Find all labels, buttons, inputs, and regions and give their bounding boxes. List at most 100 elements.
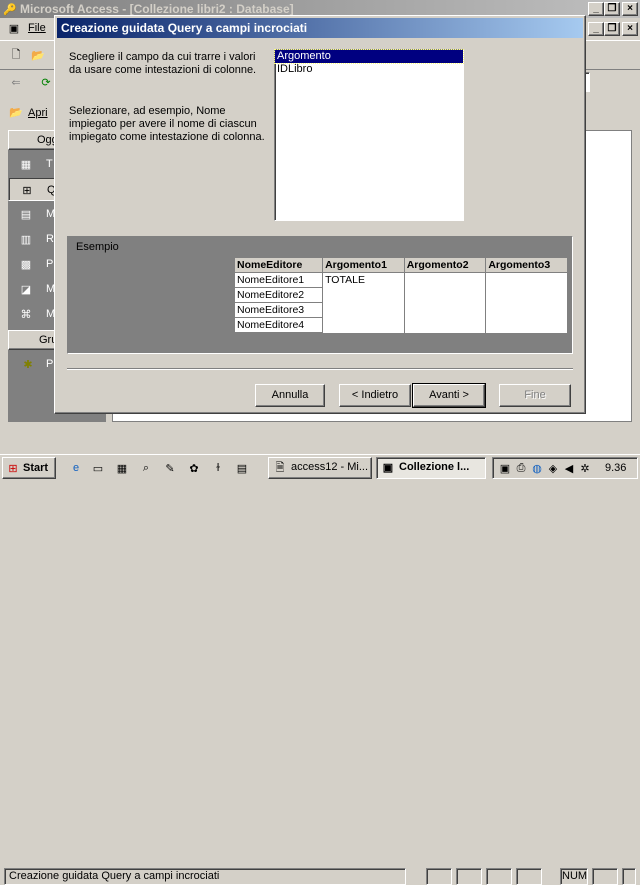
- start-label: Start: [23, 462, 49, 474]
- sample-row: NomeEditore3: [233, 302, 568, 318]
- sample-header-cell: Argomento2: [403, 257, 487, 273]
- sample-cell: [322, 302, 405, 318]
- statusbar: Creazione guidata Query a campi incrocia…: [0, 432, 640, 885]
- sample-cell: [485, 287, 568, 303]
- fields-listbox[interactable]: Argomento IDLibro: [274, 49, 464, 221]
- clock[interactable]: 9.36: [605, 462, 626, 474]
- open-folder-icon[interactable]: 📂: [30, 47, 46, 63]
- tray-shield-icon[interactable]: ◈: [545, 460, 561, 476]
- paint-icon[interactable]: ✿: [186, 460, 202, 476]
- sample-cell: [404, 302, 487, 318]
- doc-restore-button[interactable]: ❐: [604, 22, 620, 36]
- task-button-label: access12 - Mi...: [291, 461, 369, 473]
- sample-cell: [404, 287, 487, 303]
- cancel-button[interactable]: Annulla: [255, 384, 325, 407]
- finish-button[interactable]: Fine: [499, 384, 571, 407]
- sample-cell: NomeEditore2: [233, 287, 324, 303]
- favorites-icon: ✱: [23, 358, 33, 371]
- task-button[interactable]: ▣ Collezione l...: [376, 457, 486, 479]
- sample-header-cell: Argomento3: [485, 257, 568, 273]
- edit-icon[interactable]: ✎: [162, 460, 178, 476]
- module-icon: ⌘: [20, 308, 32, 321]
- sample-header-cell: NomeEditore: [233, 257, 324, 273]
- next-button[interactable]: Avanti >: [412, 383, 486, 408]
- example-text: Selezionare, ad esempio, Nome impiegato …: [69, 105, 265, 143]
- sample-cell: TOTALE: [322, 272, 405, 288]
- sample-cell: [322, 317, 405, 333]
- status-num-cell: NUM: [560, 868, 588, 885]
- open-label[interactable]: Apri: [28, 107, 48, 119]
- status-cell-1: [426, 868, 452, 885]
- tray-network-icon[interactable]: ▣: [497, 460, 513, 476]
- status-cell-6: [592, 868, 618, 885]
- form-icon: ▤: [20, 208, 32, 221]
- query-icon: ⊞: [22, 184, 32, 197]
- app-minimize-button[interactable]: _: [588, 2, 604, 16]
- sample-cell: [322, 287, 405, 303]
- tray-volume-icon[interactable]: ◀: [561, 460, 577, 476]
- doc-minimize-button[interactable]: _: [588, 22, 604, 36]
- sample-cell: [485, 302, 568, 318]
- app-title: Microsoft Access - [Collezione libri2 : …: [20, 2, 294, 16]
- sample-panel: Esempio NomeEditore Argomento1 Argomento2 A…: [67, 236, 573, 354]
- status-cell-4: [516, 868, 542, 885]
- status-cell-3: [486, 868, 512, 885]
- sample-label: Esempio: [76, 241, 119, 253]
- status-cell-7: [622, 868, 636, 885]
- field-option[interactable]: Argomento: [274, 49, 464, 64]
- sample-header-cell: Argomento1: [322, 257, 405, 273]
- macro-icon: ◪: [20, 283, 32, 296]
- back-arrow-icon[interactable]: ⇐: [8, 74, 24, 90]
- network-icon[interactable]: ▦: [114, 460, 130, 476]
- menu-file[interactable]: File: [28, 22, 46, 34]
- group-item-label: P: [46, 358, 54, 370]
- nav-item-label: R: [46, 233, 54, 245]
- refresh-icon[interactable]: ⟳: [38, 74, 54, 90]
- open-icon[interactable]: 📂: [8, 104, 24, 120]
- start-button[interactable]: ⊞ Start: [2, 457, 56, 479]
- report-icon: ▥: [20, 233, 32, 246]
- task-button[interactable]: 🗎 access12 - Mi...: [268, 457, 372, 479]
- sample-cell: [485, 317, 568, 333]
- dialog-title: Creazione guidata Query a campi incrocia…: [61, 21, 308, 35]
- desktop-icon[interactable]: ▭: [90, 460, 106, 476]
- taskbar: ⊞ Start e ▭ ▦ ⌕ ✎ ✿ ɫ ▤ 🗎 access12 - Mi..…: [0, 454, 640, 480]
- dialog-titlebar: Creazione guidata Query a campi incrocia…: [57, 18, 583, 38]
- sample-row: NomeEditore4: [233, 317, 568, 333]
- sample-cell: [404, 317, 487, 333]
- search-icon[interactable]: ⌕: [138, 460, 154, 476]
- fields-list: Argomento IDLibro: [274, 49, 464, 76]
- status-text: Creazione guidata Query a campi incrocia…: [9, 870, 220, 882]
- back-button[interactable]: < Indietro: [339, 384, 411, 407]
- system-tray: ▣ ⎙ ◍ ◈ ◀ ✲ 9.36: [492, 457, 638, 479]
- tray-printer-icon[interactable]: ⎙: [513, 460, 529, 476]
- sample-grid: NomeEditore Argomento1 Argomento2 Argomento…: [233, 257, 568, 333]
- table-icon: ▦: [20, 158, 32, 171]
- app-restore-button[interactable]: ❐: [604, 2, 620, 16]
- separator-line: [67, 368, 573, 370]
- sample-row: NomeEditore1 TOTALE: [233, 272, 568, 288]
- crosstab-wizard-dialog: Creazione guidata Query a campi incrocia…: [54, 15, 586, 414]
- sample-cell: NomeEditore1: [233, 272, 324, 288]
- ie-icon[interactable]: e: [68, 460, 84, 476]
- page-icon: ▩: [20, 258, 32, 271]
- field-option[interactable]: IDLibro: [275, 63, 463, 76]
- doc-close-button[interactable]: ×: [622, 22, 638, 36]
- monitor-icon[interactable]: ▤: [234, 460, 250, 476]
- nav-item-label: P: [46, 258, 54, 270]
- tray-globe-icon[interactable]: ◍: [529, 460, 545, 476]
- windows-logo-icon: ⊞: [8, 462, 18, 475]
- sample-cell: [404, 272, 487, 288]
- document-icon: ▣: [8, 22, 20, 35]
- quicklaunch-bar: e ▭ ▦ ⌕ ✎ ✿ ɫ ▤: [62, 457, 258, 479]
- instruction-text: Scegliere il campo da cui trarre i valor…: [69, 51, 257, 76]
- sample-cell: [485, 272, 568, 288]
- tray-settings-icon[interactable]: ✲: [577, 460, 593, 476]
- nav-item-label: T: [46, 158, 53, 170]
- app-close-button[interactable]: ×: [622, 2, 638, 16]
- plug-icon[interactable]: ɫ: [210, 460, 226, 476]
- new-icon[interactable]: 🗋: [8, 47, 24, 63]
- access-key-icon: 🔑: [3, 3, 17, 16]
- status-cell-2: [456, 868, 482, 885]
- task-button-label: Collezione l...: [399, 461, 470, 473]
